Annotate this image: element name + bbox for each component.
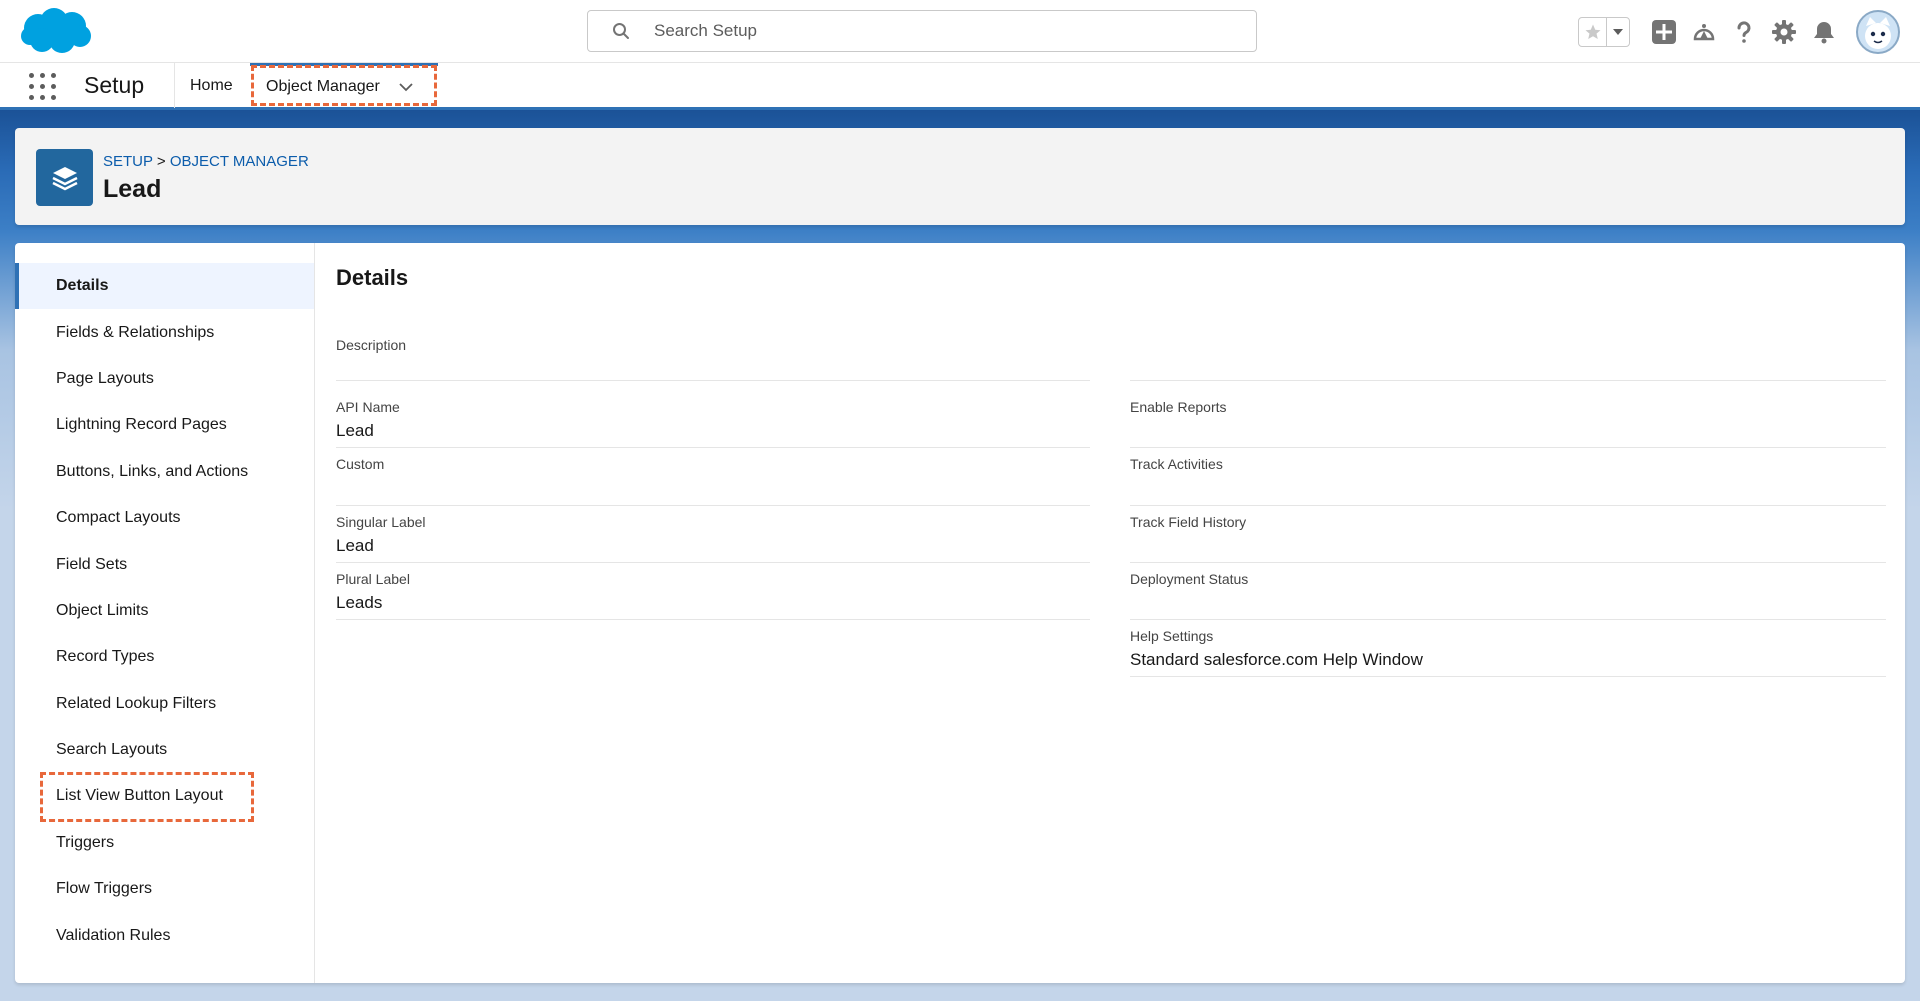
field-label: API Name xyxy=(336,399,400,415)
field-label: Custom xyxy=(336,456,385,472)
help-button[interactable] xyxy=(1730,18,1758,46)
field-singular-label: Singular Label Lead xyxy=(336,512,1090,563)
field-label: Plural Label xyxy=(336,571,410,587)
favorites-group xyxy=(1578,17,1630,47)
sidebar-item-related-lookup-filters[interactable]: Related Lookup Filters xyxy=(15,681,314,727)
chevron-down-icon[interactable] xyxy=(398,79,414,95)
main-card: Details Fields & Relationships Page Layo… xyxy=(15,243,1905,983)
avatar-icon xyxy=(1865,17,1891,49)
breadcrumb: SETUP > OBJECT MANAGER xyxy=(103,153,309,170)
object-icon xyxy=(36,149,93,206)
field-label: Help Settings xyxy=(1130,628,1214,644)
nav-divider xyxy=(174,63,175,108)
trailhead-icon xyxy=(1693,24,1715,41)
header-actions xyxy=(1578,10,1900,54)
sidebar-item-compact-layouts[interactable]: Compact Layouts xyxy=(15,495,314,541)
field-value: Leads xyxy=(336,593,383,612)
app-launcher-button[interactable] xyxy=(29,73,56,100)
sidebar-item-field-sets[interactable]: Field Sets xyxy=(15,541,314,587)
favorites-dropdown-button[interactable] xyxy=(1607,18,1629,46)
sidebar-item-triggers[interactable]: Triggers xyxy=(15,820,314,866)
field-track-field-history: Track Field History xyxy=(1130,512,1886,563)
breadcrumb-setup-link[interactable]: SETUP xyxy=(103,153,153,170)
sidebar-item-buttons-links-actions[interactable]: Buttons, Links, and Actions xyxy=(15,449,314,495)
app-name: Setup xyxy=(84,72,145,98)
sidebar-item-list-view-button-layout[interactable]: List View Button Layout xyxy=(15,773,314,819)
breadcrumb-separator: > xyxy=(156,153,166,170)
notifications-button[interactable] xyxy=(1810,18,1838,46)
field-track-activities: Track Activities xyxy=(1130,454,1886,506)
field-custom: Custom xyxy=(336,454,1090,506)
star-icon xyxy=(1585,24,1600,39)
salesforce-cloud-logo[interactable] xyxy=(18,6,94,58)
user-avatar[interactable] xyxy=(1856,10,1900,54)
search-box[interactable] xyxy=(587,10,1257,52)
field-label: Track Field History xyxy=(1130,514,1247,530)
object-sidebar: Details Fields & Relationships Page Layo… xyxy=(15,243,315,983)
tab-object-manager[interactable]: Object Manager xyxy=(250,63,438,107)
sidebar-item-search-layouts[interactable]: Search Layouts xyxy=(15,727,314,773)
layers-icon xyxy=(51,166,78,190)
sidebar-item-fields-relationships[interactable]: Fields & Relationships xyxy=(15,309,314,355)
field-top-divider-right xyxy=(1130,335,1886,381)
details-title: Details xyxy=(336,265,409,290)
field-label: Singular Label xyxy=(336,514,426,530)
search-icon xyxy=(613,23,629,39)
field-enable-reports: Enable Reports xyxy=(1130,397,1886,448)
field-api-name: API Name Lead xyxy=(336,397,1090,448)
sidebar-item-details[interactable]: Details xyxy=(15,263,314,310)
gear-icon xyxy=(1772,20,1796,44)
sidebar-item-flow-triggers[interactable]: Flow Triggers xyxy=(15,866,314,912)
trailhead-button[interactable] xyxy=(1690,18,1718,46)
context-nav: Setup Home Object Manager xyxy=(0,63,1920,110)
search-input[interactable] xyxy=(654,21,1214,41)
favorites-button[interactable] xyxy=(1579,18,1607,46)
field-deployment-status: Deployment Status xyxy=(1130,569,1886,620)
sidebar-item-page-layouts[interactable]: Page Layouts xyxy=(15,356,314,402)
plus-icon xyxy=(1652,20,1676,44)
global-add-button[interactable] xyxy=(1650,18,1678,46)
setup-gear-button[interactable] xyxy=(1770,18,1798,46)
tab-object-manager-label: Object Manager xyxy=(266,77,380,95)
page-header: SETUP > OBJECT MANAGER Lead xyxy=(15,128,1905,225)
sidebar-item-lightning-record-pages[interactable]: Lightning Record Pages xyxy=(15,402,314,448)
help-icon xyxy=(1737,21,1751,43)
sidebar-item-record-types[interactable]: Record Types xyxy=(15,634,314,680)
bell-icon xyxy=(1814,22,1834,44)
caret-down-icon xyxy=(1613,29,1623,35)
tab-home[interactable]: Home xyxy=(190,77,233,95)
field-value: Lead xyxy=(336,536,374,555)
details-content: Details Description API Name Lead Custom… xyxy=(336,243,1886,983)
breadcrumb-object-manager-link[interactable]: OBJECT MANAGER xyxy=(170,153,309,170)
field-label: Description xyxy=(336,337,407,353)
field-label: Enable Reports xyxy=(1130,399,1227,415)
sidebar-item-validation-rules[interactable]: Validation Rules xyxy=(15,912,314,958)
field-description: Description xyxy=(336,335,1090,381)
field-plural-label: Plural Label Leads xyxy=(336,569,1090,620)
global-header xyxy=(0,0,1920,63)
field-label: Deployment Status xyxy=(1130,571,1249,587)
field-label: Track Activities xyxy=(1130,456,1223,472)
sidebar-item-object-limits[interactable]: Object Limits xyxy=(15,588,314,634)
page-title: Lead xyxy=(103,175,162,203)
field-value: Standard salesforce.com Help Window xyxy=(1130,650,1423,669)
field-help-settings: Help Settings Standard salesforce.com He… xyxy=(1130,626,1886,677)
field-value: Lead xyxy=(336,421,374,440)
